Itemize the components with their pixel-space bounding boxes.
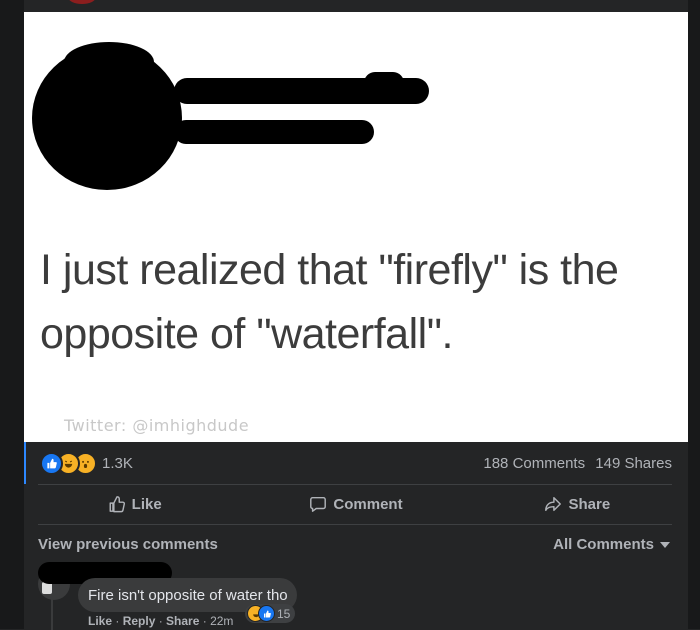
divider-bottom	[38, 524, 672, 525]
like-label: Like	[131, 495, 162, 513]
top-strip	[24, 0, 688, 12]
like-button[interactable]: Like	[24, 484, 245, 524]
like-reaction-icon	[40, 451, 63, 475]
shares-count[interactable]: 149 Shares	[595, 455, 672, 472]
comment-like-link[interactable]: Like	[88, 614, 112, 628]
comment-reaction-count: 15	[277, 606, 291, 621]
twitter-credit: Twitter: @imhighdude	[64, 416, 250, 435]
reaction-icons[interactable]	[40, 451, 97, 475]
redacted-avatar-blob	[64, 42, 154, 82]
comment-bubble-icon	[310, 496, 327, 512]
comments-count[interactable]: 188 Comments	[483, 455, 585, 472]
comment-reactions[interactable]: 15	[245, 604, 296, 623]
share-arrow-icon	[545, 496, 562, 512]
dropdown-caret-icon	[660, 542, 670, 549]
like-reaction-icon	[258, 605, 275, 622]
tweet-text: I just realized that "firefly" is the op…	[40, 246, 619, 358]
comment-filter-dropdown[interactable]: All Comments	[553, 536, 670, 553]
view-previous-comments[interactable]: View previous comments	[38, 536, 218, 553]
right-gutter	[688, 0, 700, 629]
stats-accent	[24, 442, 26, 484]
comment-share-link[interactable]: Share	[166, 614, 199, 628]
post-actions: Like Comment Share	[24, 484, 688, 524]
comment-meta: Like · Reply · Share · 22m	[88, 614, 234, 628]
comment-filter-label: All Comments	[553, 536, 654, 553]
comment-text: Fire isn't opposite of water tho	[88, 587, 288, 604]
comment-time[interactable]: 22m	[210, 614, 233, 628]
share-label: Share	[568, 495, 611, 513]
redacted-handle	[174, 120, 374, 144]
reaction-count[interactable]: 1.3K	[102, 455, 133, 472]
post-image[interactable]: I just realized that "firefly" is the op…	[24, 12, 688, 442]
left-gutter	[0, 0, 24, 629]
stats-right: 188 Comments 149 Shares	[477, 455, 672, 472]
redacted-name-blob	[364, 72, 404, 94]
comment-label: Comment	[333, 495, 403, 513]
comment-button[interactable]: Comment	[245, 484, 466, 524]
poster-avatar-sliver	[68, 0, 96, 4]
thumbs-up-icon	[109, 496, 125, 513]
comments-header: View previous comments All Comments	[24, 530, 688, 560]
comment-reply-link[interactable]: Reply	[123, 614, 156, 628]
stats-bar: 1.3K 188 Comments 149 Shares	[24, 442, 688, 484]
share-button[interactable]: Share	[467, 484, 688, 524]
